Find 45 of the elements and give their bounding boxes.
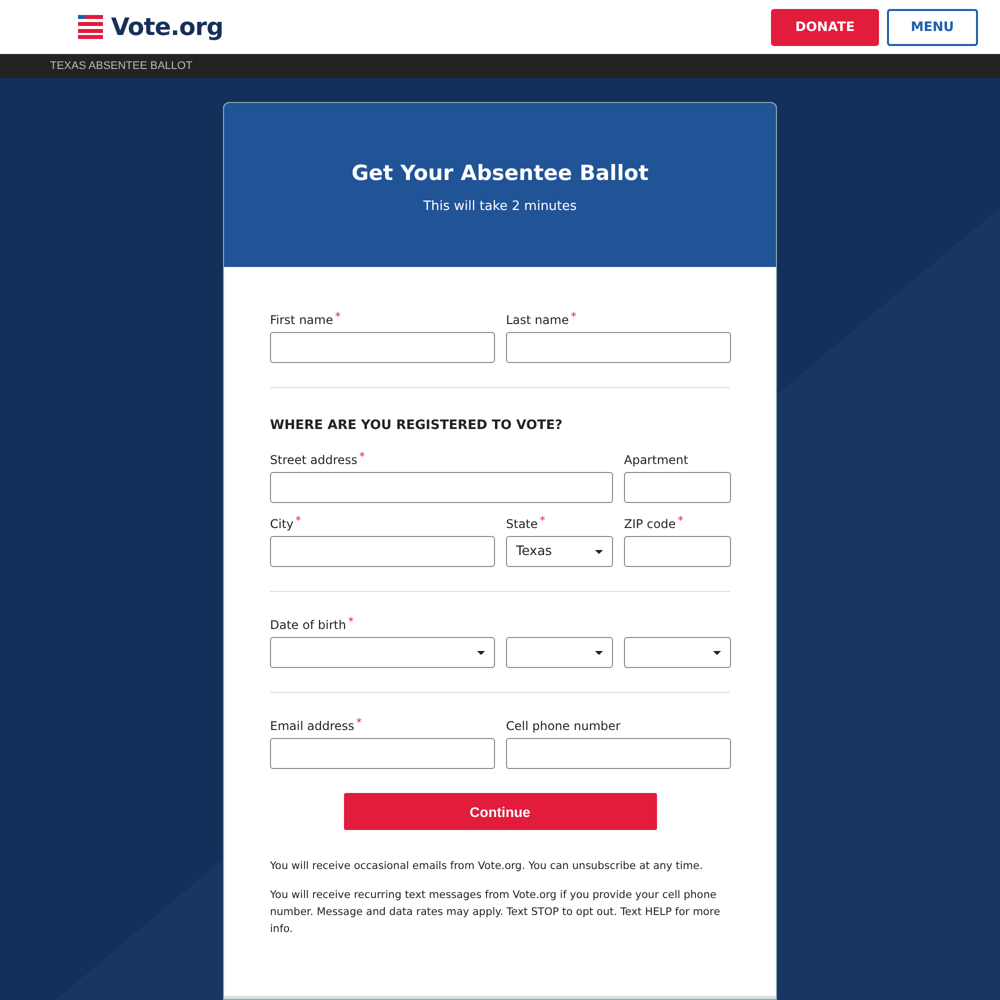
field-label: Cell phone number — [506, 718, 620, 735]
card-subtitle: This will take 2 minutes — [423, 198, 577, 214]
caret-icon — [595, 550, 603, 554]
section-heading: WHERE ARE YOU REGISTERED TO VOTE? — [270, 418, 564, 433]
input-field[interactable] — [270, 332, 495, 363]
select-field[interactable] — [506, 637, 613, 668]
donate-button[interactable]: DONATE — [771, 8, 879, 46]
field-label: ZIP code — [624, 516, 676, 533]
caret-icon — [477, 650, 485, 654]
flag-icon — [78, 15, 103, 39]
disclaimer-text: You will receive recurring text messages from Vote.org if you provide your cell phone number. Message and data rates may apply. Text STOP to opt out. Text HELP for more info. — [270, 888, 722, 937]
required-mark: * — [570, 311, 576, 323]
menu-button[interactable]: MENU — [886, 8, 978, 46]
field-label: Street address — [270, 452, 358, 469]
required-mark: * — [296, 515, 302, 527]
input-field[interactable] — [506, 332, 731, 363]
select-field[interactable] — [270, 637, 495, 668]
field-label: Last name — [506, 312, 569, 329]
input-field[interactable] — [506, 738, 731, 769]
required-mark: * — [356, 717, 362, 729]
field-label: Date of birth — [270, 617, 346, 634]
required-mark: * — [348, 616, 354, 628]
select-field[interactable]: Texas — [506, 536, 613, 567]
input-field[interactable] — [270, 536, 495, 567]
field-label: City — [270, 516, 294, 533]
input-field[interactable] — [624, 472, 731, 503]
field-label: Email address — [270, 718, 354, 735]
field-label: State — [506, 516, 538, 533]
field-label: Apartment — [624, 452, 688, 469]
field-label: First name — [270, 312, 334, 329]
select-field[interactable] — [624, 637, 731, 668]
input-field[interactable] — [270, 472, 613, 503]
required-mark: * — [678, 515, 684, 527]
input-field[interactable] — [270, 738, 495, 769]
required-mark: * — [335, 311, 341, 323]
logo-text[interactable]: Vote.org — [111, 13, 224, 41]
disclaimer-text: You will receive occasional emails from Vote.org. You can unsubscribe at any time. — [270, 859, 704, 874]
continue-button[interactable]: Continue — [344, 793, 656, 830]
required-mark: * — [540, 515, 546, 527]
breadcrumb: TEXAS ABSENTEE BALLOT — [50, 60, 192, 72]
input-field[interactable] — [624, 536, 731, 567]
caret-icon — [595, 650, 603, 654]
caret-icon — [713, 650, 721, 654]
card-title: Get Your Absentee Ballot — [351, 160, 648, 184]
required-mark: * — [359, 451, 365, 463]
